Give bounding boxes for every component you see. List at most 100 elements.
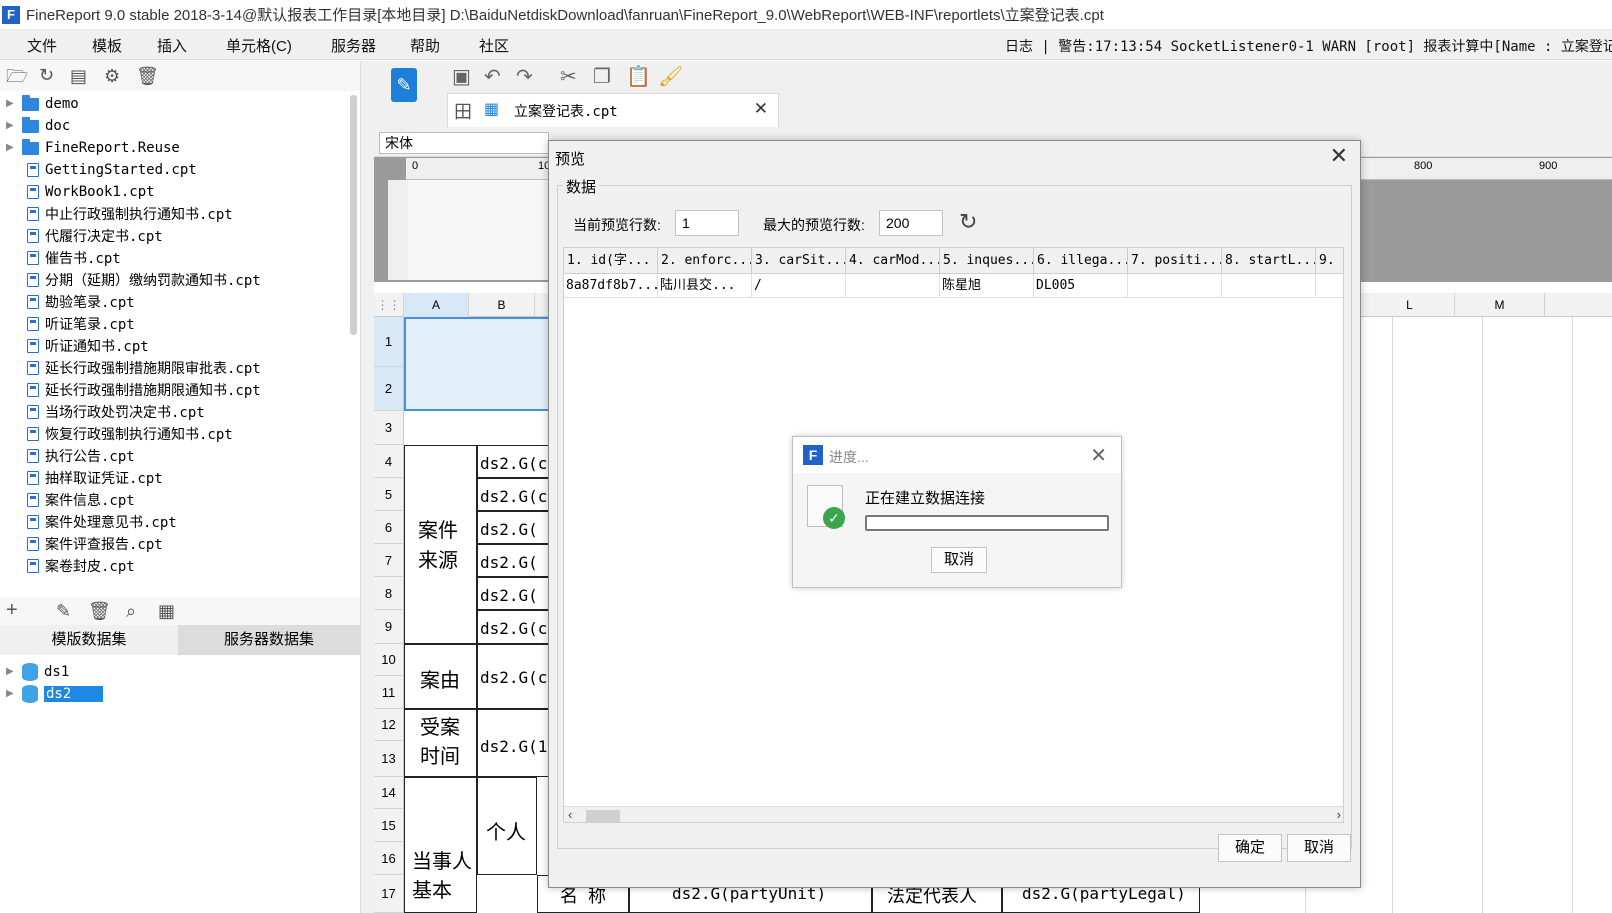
row-header[interactable]: 3 [374, 411, 404, 445]
tree-file[interactable]: GettingStarted.cpt [0, 159, 197, 181]
table-cell[interactable] [1316, 274, 1343, 298]
column-header[interactable]: 3. carSit... [752, 248, 846, 274]
tree-file[interactable]: WorkBook1.cpt [0, 181, 155, 203]
column-b[interactable]: B [469, 293, 535, 317]
expand-arrow-icon[interactable]: ▶ [6, 688, 14, 699]
table-cell[interactable] [846, 274, 940, 298]
paste-icon[interactable]: 📋 [626, 64, 651, 89]
current-rows-input[interactable]: 1 [675, 210, 739, 236]
column-a[interactable]: A [404, 293, 469, 317]
row-header[interactable]: 4 [374, 445, 404, 478]
column-header[interactable]: 1. id(字... [564, 248, 658, 274]
table-cell[interactable]: / [752, 274, 846, 298]
table-cell[interactable]: 陈星旭 [940, 274, 1034, 298]
tree-file[interactable]: 催告书.cpt [0, 247, 121, 269]
settings-icon[interactable]: ⚙ [104, 67, 120, 85]
row-header[interactable]: 16 [374, 842, 404, 875]
column-l[interactable]: L [1365, 293, 1455, 317]
tree-file[interactable]: 听证笔录.cpt [0, 313, 135, 335]
column-header[interactable]: 8. startL... [1222, 248, 1316, 274]
table-cell[interactable] [1128, 274, 1222, 298]
tree-file[interactable]: 分期（延期）缴纳罚款通知书.cpt [0, 269, 261, 291]
row-header[interactable]: 5 [374, 478, 404, 511]
tree-file[interactable]: 案件评查报告.cpt [0, 533, 163, 555]
view-icon[interactable]: ▤ [70, 67, 87, 85]
menu-server[interactable]: 服务器 [331, 35, 376, 56]
tree-file[interactable]: 当场行政处罚决定书.cpt [0, 401, 205, 423]
scroll-right-icon[interactable]: › [1337, 807, 1341, 822]
table-cell[interactable]: DL005 [1034, 274, 1128, 298]
tree-file[interactable]: 听证通知书.cpt [0, 335, 149, 357]
column-header[interactable]: 4. carMod... [846, 248, 940, 274]
tree-file[interactable]: 延长行政强制措施期限通知书.cpt [0, 379, 261, 401]
row-header[interactable]: 10 [374, 644, 404, 676]
cancel-button[interactable]: 取消 [1287, 834, 1351, 862]
row-header[interactable]: 17 [374, 875, 404, 913]
tree-file[interactable]: 延长行政强制措施期限审批表.cpt [0, 357, 261, 379]
dataset-item-ds2[interactable]: ▶ ds2 [0, 683, 104, 705]
add-icon[interactable]: + [6, 600, 18, 620]
preview-icon[interactable]: ⌕ [126, 602, 136, 620]
row-header[interactable]: 9 [374, 610, 404, 644]
select-all-corner[interactable]: ⋮⋮ [374, 293, 404, 317]
row-header[interactable]: 12 [374, 709, 404, 741]
grid-icon[interactable]: 田 [454, 98, 472, 124]
tree-file[interactable]: 案件处理意见书.cpt [0, 511, 177, 533]
tree-folder[interactable]: ▶ demo [0, 93, 79, 115]
horizontal-scrollbar[interactable]: ‹ › [564, 806, 1343, 822]
column-header[interactable]: 5. inques... [940, 248, 1034, 274]
tab-template-datasets[interactable]: 模版数据集 [0, 625, 178, 655]
table-cell[interactable]: 陆川县交... [658, 274, 752, 298]
cut-icon[interactable]: ✂ [560, 64, 577, 89]
tree-file[interactable]: 抽样取证凭证.cpt [0, 467, 163, 489]
format-painter-icon[interactable]: 🖌 [658, 64, 683, 89]
designer-icon[interactable]: ✎ [391, 68, 417, 102]
tab-server-datasets[interactable]: 服务器数据集 [178, 625, 360, 655]
delete-icon[interactable]: 🗑 [88, 602, 111, 620]
edit-icon[interactable]: ✎ [56, 602, 71, 620]
row-header[interactable]: 7 [374, 544, 404, 577]
menu-file[interactable]: 文件 [27, 35, 57, 56]
tree-folder[interactable]: ▶ FineReport.Reuse [0, 137, 180, 159]
menu-insert[interactable]: 插入 [157, 35, 187, 56]
selected-cell-range[interactable] [404, 317, 550, 411]
tree-file[interactable]: 中止行政强制执行通知书.cpt [0, 203, 233, 225]
tab-file[interactable]: 田 ▦ 立案登记表.cpt ✕ [447, 93, 779, 127]
scroll-left-icon[interactable]: ‹ [568, 807, 572, 822]
close-icon[interactable]: ✕ [1330, 143, 1348, 169]
undo-icon[interactable]: ↶ [484, 64, 501, 89]
row-header[interactable]: 15 [374, 809, 404, 842]
tree-file[interactable]: 恢复行政强制执行通知书.cpt [0, 423, 233, 445]
column-header[interactable]: 9. age [1316, 248, 1343, 274]
dataset-item-ds1[interactable]: ▶ ds1 [0, 661, 69, 683]
menu-help[interactable]: 帮助 [410, 35, 440, 56]
column-header[interactable]: 6. illega... [1034, 248, 1128, 274]
close-icon[interactable]: ✕ [754, 99, 768, 119]
close-icon[interactable]: ✕ [1090, 443, 1107, 468]
tree-file[interactable]: 代履行决定书.cpt [0, 225, 163, 247]
cancel-button[interactable]: 取消 [931, 547, 987, 573]
ok-button[interactable]: 确定 [1218, 834, 1282, 862]
expand-arrow-icon[interactable]: ▶ [6, 120, 14, 131]
tree-scrollbar[interactable] [350, 95, 357, 335]
open-folder-icon[interactable]: 🗁 [6, 67, 28, 85]
panel-splitter[interactable] [360, 61, 374, 913]
expand-arrow-icon[interactable]: ▶ [6, 98, 14, 109]
row-header[interactable]: 8 [374, 577, 404, 610]
menu-community[interactable]: 社区 [479, 35, 509, 56]
row-header[interactable]: 2 [374, 367, 404, 411]
copy-icon[interactable]: ❐ [593, 64, 611, 89]
scroll-thumb[interactable] [586, 810, 620, 822]
table-cell[interactable]: 8a87df8b7... [564, 274, 658, 298]
row-header[interactable]: 13 [374, 741, 404, 777]
tree-file[interactable]: 执行公告.cpt [0, 445, 135, 467]
row-header[interactable]: 1 [374, 317, 404, 367]
refresh-icon[interactable]: ↻ [39, 66, 54, 84]
refresh-icon[interactable]: ↻ [959, 209, 977, 235]
font-select[interactable]: 宋体 [379, 132, 549, 154]
column-header[interactable]: 2. enforc... [658, 248, 752, 274]
table-cell[interactable] [1222, 274, 1316, 298]
menu-cell[interactable]: 单元格(C) [226, 35, 292, 56]
expand-arrow-icon[interactable]: ▶ [6, 666, 14, 677]
log-status-text[interactable]: 日志 | 警告:17:13:54 SocketListener0-1 WARN … [1005, 36, 1612, 56]
